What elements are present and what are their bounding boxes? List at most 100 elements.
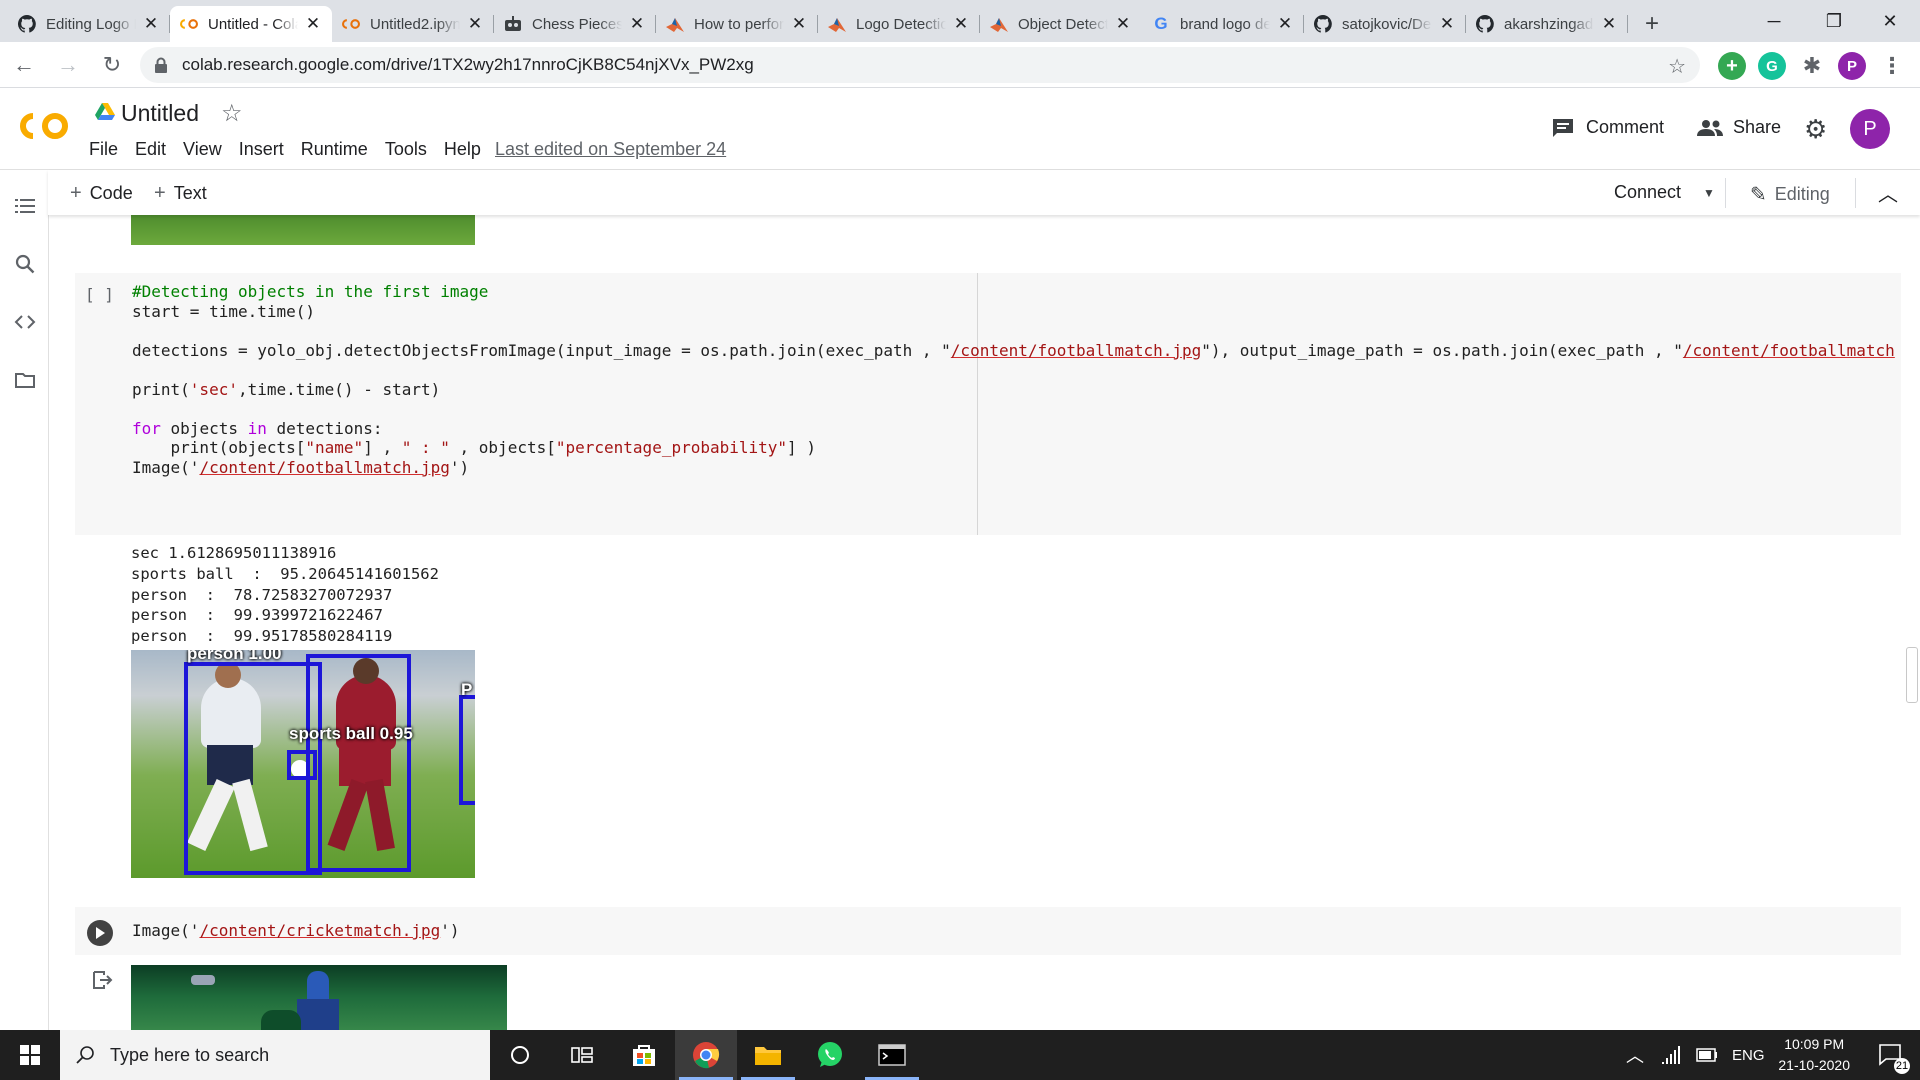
chrome-icon[interactable] (675, 1030, 737, 1080)
code-cell[interactable]: Image('/content/cricketmatch.jpg') (75, 907, 1901, 955)
start-button[interactable] (0, 1030, 60, 1080)
cortana-icon[interactable] (489, 1030, 551, 1080)
terminal-icon[interactable] (861, 1030, 923, 1080)
windows-logo-icon (20, 1045, 40, 1065)
browser-tab[interactable]: G brand logo detection ✕ (1142, 6, 1304, 42)
menu-bar: File Edit View Insert Runtime Tools Help (89, 139, 498, 160)
menu-edit[interactable]: Edit (135, 139, 166, 160)
folder-icon[interactable] (14, 369, 36, 391)
close-icon[interactable]: ✕ (1114, 14, 1132, 34)
menu-runtime[interactable]: Runtime (301, 139, 368, 160)
run-cell-button[interactable] (87, 920, 113, 946)
editing-mode-button[interactable]: ✎ Editing (1750, 182, 1830, 207)
code-line: ') (440, 921, 460, 940)
notebook-title[interactable]: Untitled (121, 100, 199, 127)
settings-gear-icon[interactable]: ⚙ (1804, 114, 1827, 145)
browser-tab[interactable]: Logo Detection ✕ (818, 6, 980, 42)
code-snippets-icon[interactable] (14, 311, 36, 333)
taskbar-search-box[interactable]: Type here to search (60, 1030, 490, 1080)
menu-help[interactable]: Help (444, 139, 481, 160)
close-icon[interactable]: ✕ (304, 14, 322, 34)
avatar[interactable]: P (1850, 109, 1890, 149)
grammarly-icon[interactable]: G (1758, 52, 1786, 80)
last-edited-link[interactable]: Last edited on September 24 (495, 139, 726, 160)
close-icon[interactable]: ✕ (952, 14, 970, 34)
colab-header: Untitled ☆ File Edit View Insert Runtime… (0, 89, 1920, 170)
menu-view[interactable]: View (183, 139, 222, 160)
table-of-contents-icon[interactable] (14, 195, 36, 217)
tray-chevron-up-icon[interactable]: ︿ (1626, 1042, 1644, 1068)
search-icon[interactable] (14, 253, 36, 275)
menu-insert[interactable]: Insert (239, 139, 284, 160)
browser-tab[interactable]: satojkovic/DeepLogo ✕ (1304, 6, 1466, 42)
cell-output-text: sec 1.6128695011138916 sports ball : 95.… (131, 543, 439, 647)
output-line: person : 99.9399721622467 (131, 606, 383, 625)
reload-button[interactable]: ↻ (92, 45, 132, 85)
forward-button[interactable]: → (48, 45, 88, 85)
browser-menu-icon[interactable]: ⋮ (1878, 52, 1906, 80)
close-icon[interactable]: ✕ (142, 14, 160, 34)
close-icon[interactable]: ✕ (466, 14, 484, 34)
minimize-button[interactable]: ─ (1746, 0, 1802, 42)
code-path-link[interactable]: /content/footballmatch (1683, 341, 1895, 360)
browser-tab[interactable]: Chess Pieces ✕ (494, 6, 656, 42)
scrollbar-thumb[interactable] (1906, 647, 1918, 703)
collapse-header-chevron-icon[interactable]: ︿ (1878, 178, 1898, 207)
code-editor[interactable]: Image('/content/cricketmatch.jpg') (132, 921, 460, 941)
bookmark-star-icon[interactable]: ☆ (1668, 54, 1686, 79)
language-indicator[interactable]: ENG (1732, 1047, 1765, 1064)
battery-icon[interactable] (1696, 1048, 1718, 1062)
menu-tools[interactable]: Tools (385, 139, 427, 160)
whatsapp-icon[interactable] (799, 1030, 861, 1080)
lock-icon (155, 57, 167, 73)
add-code-button[interactable]: + Code (70, 182, 133, 205)
output-line: sec 1.6128695011138916 (131, 544, 337, 562)
back-button[interactable]: ← (4, 45, 44, 85)
file-explorer-icon[interactable] (737, 1030, 799, 1080)
store-icon[interactable] (613, 1030, 675, 1080)
menu-file[interactable]: File (89, 139, 118, 160)
add-text-button[interactable]: + Text (154, 182, 207, 205)
share-button[interactable]: Share (1697, 117, 1781, 138)
address-bar[interactable]: colab.research.google.com/drive/1TX2wy2h… (140, 47, 1700, 83)
system-clock[interactable]: 10:09 PM 21-10-2020 (1778, 1034, 1850, 1076)
code-editor[interactable]: #Detecting objects in the first image st… (132, 282, 1895, 477)
browser-tab[interactable]: Editing Logo Detection ✕ (8, 6, 170, 42)
star-icon[interactable]: ☆ (221, 99, 243, 128)
comment-button[interactable]: Comment (1552, 117, 1664, 138)
close-icon[interactable]: ✕ (790, 14, 808, 34)
cell-execution-count[interactable]: [ ] (85, 285, 114, 304)
connect-button[interactable]: Connect ▼ (1614, 182, 1715, 203)
code-line: Image(' (132, 921, 200, 940)
code-line: start = time.time() (132, 301, 316, 321)
browser-tab-active[interactable]: Untitled - Colaboratory ✕ (170, 6, 332, 42)
new-tab-button[interactable]: + (1634, 6, 1670, 42)
wifi-icon[interactable] (1660, 1046, 1682, 1064)
code-path-link[interactable]: /content/cricketmatch.jpg (199, 921, 440, 940)
code-path-link[interactable]: /content/footballmatch.jpg (951, 341, 1201, 360)
browser-tab[interactable]: akarshzingade ✕ (1466, 6, 1628, 42)
profile-avatar[interactable]: P (1838, 52, 1866, 80)
player-figure (297, 999, 339, 1030)
google-drive-icon[interactable] (95, 103, 115, 121)
close-icon[interactable]: ✕ (1276, 14, 1294, 34)
restore-button[interactable]: ❐ (1806, 0, 1862, 42)
people-icon (1697, 119, 1723, 136)
close-icon[interactable]: ✕ (628, 14, 646, 34)
close-window-button[interactable]: ✕ (1862, 0, 1918, 42)
output-actions-icon[interactable] (91, 969, 113, 991)
tab-title: Logo Detection (856, 15, 946, 33)
extensions-puzzle-icon[interactable]: ✱ (1798, 52, 1826, 80)
browser-tab[interactable]: Object Detection ✕ (980, 6, 1142, 42)
dropdown-arrow-icon[interactable]: ▼ (1703, 186, 1715, 200)
extension-plus-icon[interactable]: + (1718, 52, 1746, 80)
notification-center-icon[interactable]: 21 (1862, 1030, 1920, 1080)
code-path-link[interactable]: /content/footballmatch.jpg (199, 458, 449, 477)
browser-tab[interactable]: Untitled2.ipynb ✕ (332, 6, 494, 42)
code-cell[interactable]: [ ] #Detecting objects in the first imag… (75, 273, 1901, 535)
close-icon[interactable]: ✕ (1600, 14, 1618, 34)
close-icon[interactable]: ✕ (1438, 14, 1456, 34)
task-view-icon[interactable] (551, 1030, 613, 1080)
browser-tab[interactable]: How to perform ✕ (656, 6, 818, 42)
colab-logo-icon[interactable] (18, 111, 70, 141)
